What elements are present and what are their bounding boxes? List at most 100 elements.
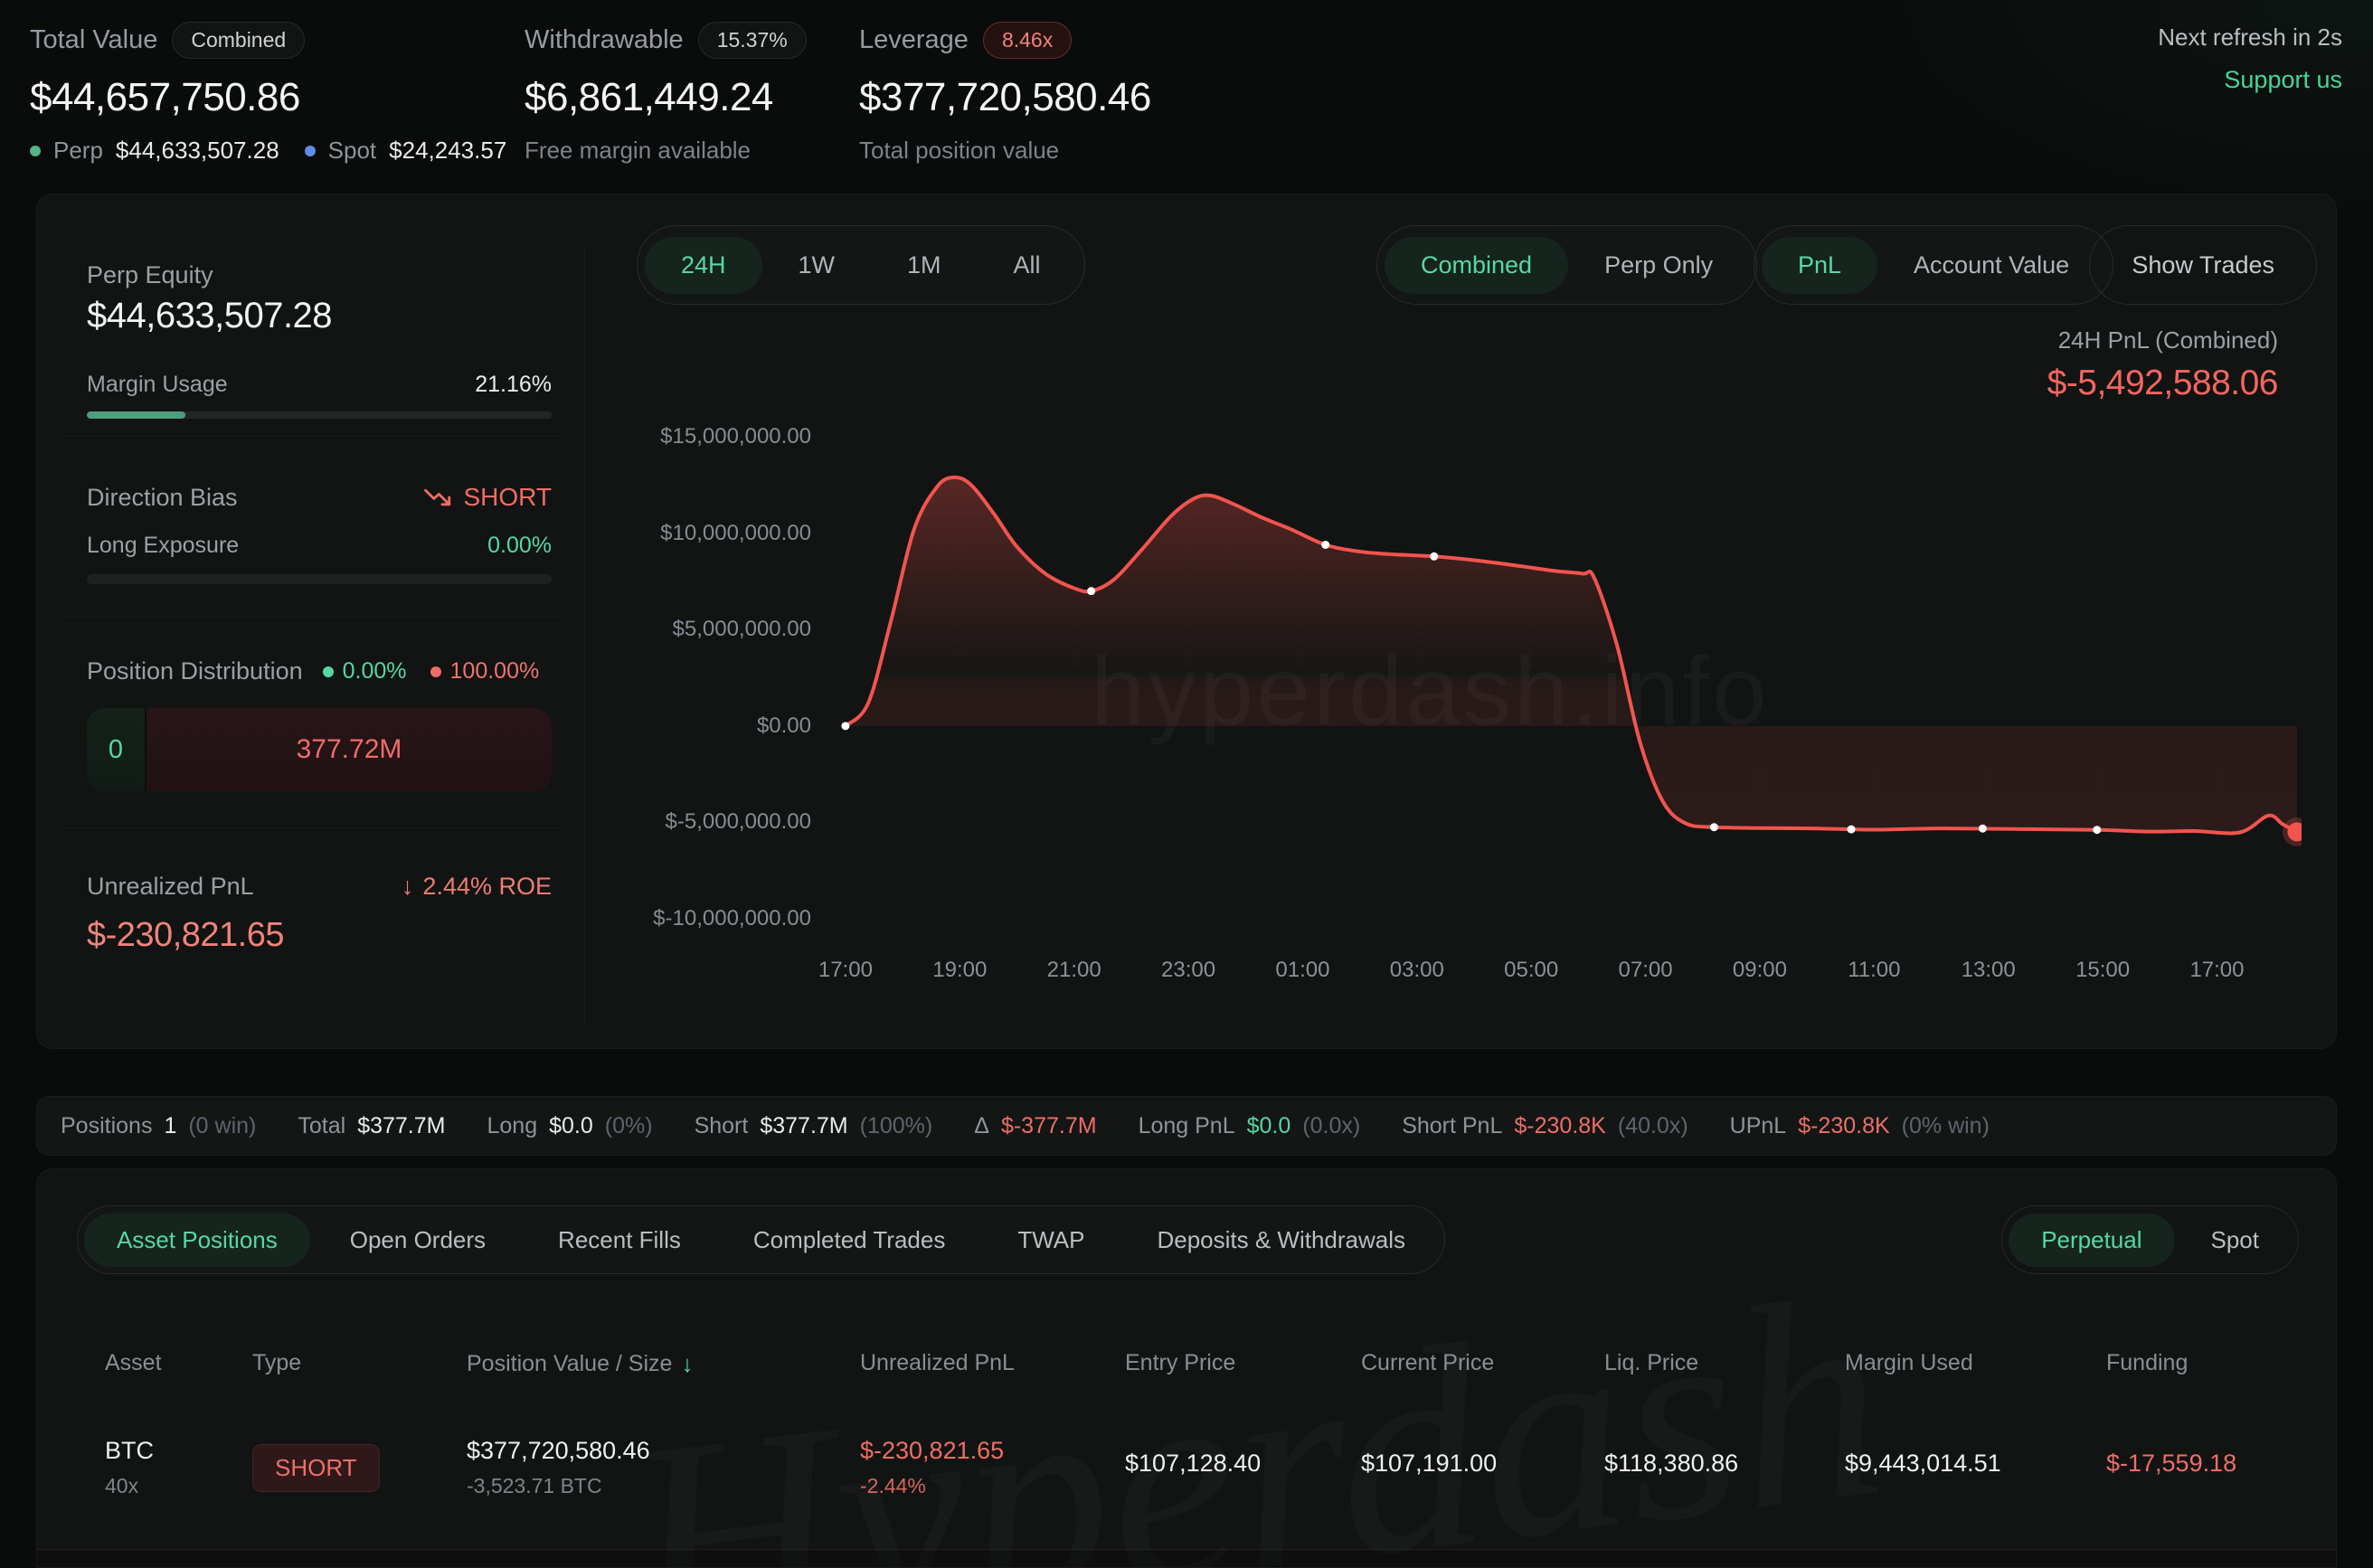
spot-label: Spot [328, 137, 377, 165]
leverage-amount: $377,720,580.46 [859, 75, 1151, 120]
position-distribution-bar: 0 377.72M [87, 708, 552, 791]
sort-desc-icon: ↓ [681, 1350, 693, 1378]
range-all[interactable]: All [978, 237, 1077, 294]
leverage-sub: Total position value [859, 137, 1151, 165]
long-exposure-row: Long Exposure 0.00% [87, 533, 552, 559]
asset-symbol: BTC [105, 1437, 252, 1465]
show-trades-button[interactable]: Show Trades [2089, 225, 2317, 305]
tab-deposits-withdrawals[interactable]: Deposits & Withdrawals [1124, 1214, 1438, 1267]
table-row[interactable]: BTC 40x SHORT $377,720,580.46 -3,523.71 … [105, 1437, 2318, 1498]
entry-price: $107,128.40 [1125, 1450, 1361, 1478]
positions-card: Hyperdash Asset Positions Open Orders Re… [36, 1168, 2337, 1568]
tab-open-orders[interactable]: Open Orders [317, 1214, 518, 1267]
asset-leverage: 40x [105, 1474, 252, 1498]
perp-equity-value: $44,633,507.28 [87, 296, 332, 336]
direction-bias-label: Direction Bias [87, 484, 238, 512]
col-position-value[interactable]: Position Value / Size ↓ [467, 1350, 860, 1378]
leverage-stat: Leverage 8.46x $377,720,580.46 Total pos… [859, 22, 1151, 165]
liq-price: $118,380.86 [1604, 1450, 1845, 1478]
metric-pnl[interactable]: PnL [1762, 237, 1877, 294]
tab-asset-positions[interactable]: Asset Positions [84, 1214, 310, 1267]
refresh-countdown: Next refresh in 2s [2158, 24, 2342, 52]
market-perpetual[interactable]: Perpetual [2009, 1214, 2174, 1267]
x-tick-label: 17:00 [800, 958, 891, 983]
support-us-link[interactable]: Support us [2158, 66, 2342, 94]
table-header: Asset Type Position Value / Size ↓ Unrea… [105, 1350, 2318, 1378]
x-tick-label: 17:00 [2171, 958, 2262, 983]
total-value-label: Total Value [30, 25, 157, 55]
withdrawable-badge: 15.37% [698, 22, 807, 59]
direction-bias-value: SHORT [464, 483, 553, 512]
summary-item: Short$377.7M(100%) [695, 1113, 933, 1139]
y-tick-label: $-10,000,000.00 [544, 906, 811, 931]
range-24h[interactable]: 24H [645, 237, 762, 294]
current-price: $107,191.00 [1361, 1450, 1604, 1478]
x-tick-label: 03:00 [1372, 958, 1462, 983]
pnl-value: $-5,492,588.06 [2047, 364, 2278, 403]
range-1m[interactable]: 1M [871, 237, 978, 294]
withdrawable-label: Withdrawable [525, 25, 684, 55]
long-exposure-bar [87, 574, 552, 584]
metric-selector: PnL Account Value [1754, 225, 2113, 305]
summary-item: Δ$-377.7M [974, 1113, 1096, 1139]
withdrawable-amount: $6,861,449.24 [525, 75, 807, 120]
short-legend-dot-icon [430, 666, 441, 677]
x-tick-label: 01:00 [1257, 958, 1347, 983]
x-axis: 17:0019:0021:0023:0001:0003:0005:0007:00… [833, 958, 2302, 994]
cell-unrealized-pnl: $-230,821.65 -2.44% [860, 1437, 1125, 1498]
spot-dot-icon [305, 146, 316, 156]
x-tick-label: 11:00 [1829, 958, 1919, 983]
col-asset[interactable]: Asset [105, 1350, 252, 1376]
x-tick-label: 09:00 [1715, 958, 1805, 983]
col-margin-used[interactable]: Margin Used [1845, 1350, 2106, 1376]
mode-perp-only[interactable]: Perp Only [1568, 237, 1749, 294]
tab-twap[interactable]: TWAP [985, 1214, 1117, 1267]
dist-long-segment: 0 [87, 708, 147, 791]
y-tick-label: $0.00 [544, 713, 811, 739]
col-funding[interactable]: Funding [2106, 1350, 2318, 1376]
withdrawable-stat: Withdrawable 15.37% $6,861,449.24 Free m… [525, 22, 807, 165]
arrow-down-icon: ↓ [402, 873, 414, 901]
col-unrealized-pnl[interactable]: Unrealized PnL [860, 1350, 1125, 1376]
x-tick-label: 07:00 [1601, 958, 1691, 983]
range-selector: 24H 1W 1M All [637, 225, 1085, 305]
metric-account-value[interactable]: Account Value [1877, 237, 2105, 294]
col-entry-price[interactable]: Entry Price [1125, 1350, 1361, 1376]
dashboard-page: Total Value Combined $44,657,750.86 Perp… [0, 0, 2373, 1568]
margin-usage-label: Margin Usage [87, 372, 228, 398]
summary-item: Positions1(0 win) [61, 1113, 256, 1139]
dist-long-pct: 0.00% [343, 658, 407, 685]
unrealized-roe: 2.44% ROE [422, 873, 552, 901]
summary-item: UPnL$-230.8K(0% win) [1730, 1113, 1990, 1139]
positions-summary-bar: Positions1(0 win)Total$377.7MLong$0.0(0%… [36, 1096, 2337, 1156]
tab-completed-trades[interactable]: Completed Trades [721, 1214, 978, 1267]
long-exposure-label: Long Exposure [87, 533, 239, 559]
margin-usage-value: 21.16% [475, 372, 552, 398]
summary-item: Short PnL$-230.8K(40.0x) [1402, 1113, 1688, 1139]
perp-equity-label: Perp Equity [87, 261, 213, 289]
market-spot[interactable]: Spot [2179, 1214, 2293, 1267]
col-current-price[interactable]: Current Price [1361, 1350, 1604, 1376]
spot-value: $24,243.57 [389, 137, 506, 165]
tab-recent-fills[interactable]: Recent Fills [525, 1214, 714, 1267]
mode-selector: Combined Perp Only [1376, 225, 1757, 305]
direction-bias-row: Direction Bias SHORT [87, 482, 552, 513]
total-value-stat: Total Value Combined $44,657,750.86 Perp… [30, 22, 506, 165]
position-size: -3,523.71 BTC [467, 1474, 860, 1498]
position-value: $377,720,580.46 [467, 1437, 860, 1465]
unrealized-pct: -2.44% [860, 1474, 1125, 1498]
leverage-label: Leverage [859, 25, 969, 55]
margin-usage-row: Margin Usage 21.16% [87, 372, 552, 398]
mode-combined[interactable]: Combined [1385, 237, 1568, 294]
pnl-chart[interactable] [833, 420, 2302, 963]
x-tick-label: 19:00 [914, 958, 1005, 983]
x-tick-label: 21:00 [1029, 958, 1120, 983]
y-tick-label: $-5,000,000.00 [544, 809, 811, 835]
withdrawable-sub: Free margin available [525, 137, 807, 165]
range-1w[interactable]: 1W [762, 237, 872, 294]
margin-used: $9,443,014.51 [1845, 1450, 2106, 1478]
col-type[interactable]: Type [252, 1350, 467, 1376]
divider [62, 617, 562, 618]
col-liq-price[interactable]: Liq. Price [1604, 1350, 1845, 1376]
next-row-edge [37, 1550, 2336, 1568]
